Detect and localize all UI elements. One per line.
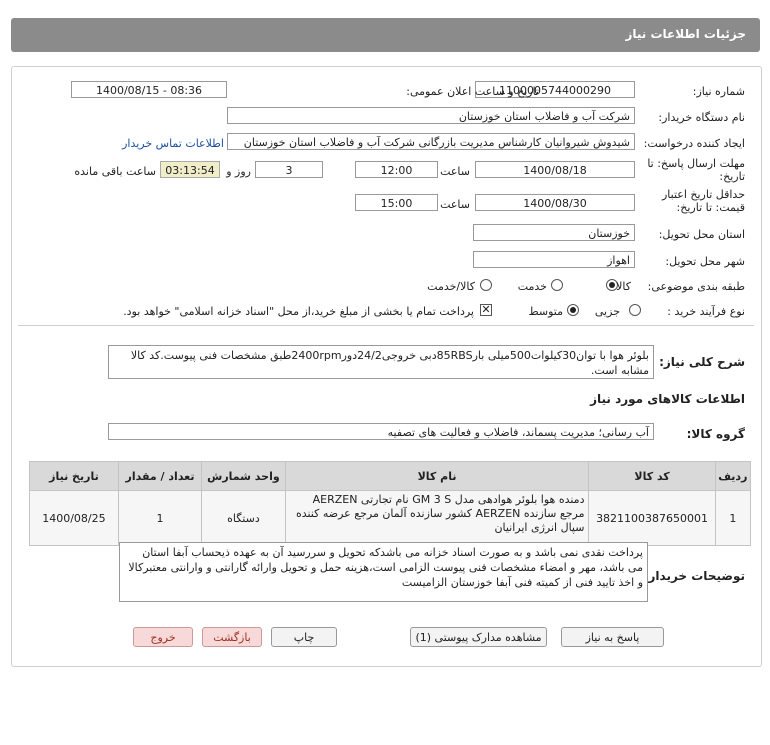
category-service-radio[interactable] [551, 279, 563, 291]
cell-unit: دستگاه [201, 490, 286, 546]
reply-time-field: 12:00 [355, 161, 438, 178]
goods-group-field: آب رسانی؛ مدیریت پسماند، فاضلاب و فعالیت… [108, 423, 654, 440]
delivery-province-field: خوزستان [473, 224, 635, 241]
general-desc-label: شرح کلی نیاز: [659, 355, 745, 369]
goods-info-heading: اطلاعات کالاهای مورد نیاز [590, 392, 745, 406]
requester-label: ایجاد کننده درخواست: [643, 137, 745, 150]
category-label: طبقه بندی موضوعی: [647, 280, 745, 293]
reply-button[interactable]: پاسخ به نیاز [561, 627, 664, 647]
col-need-date: تاریخ نیاز [29, 461, 119, 491]
reply-deadline-date-label: تاریخ: [719, 170, 745, 183]
col-row: ردیف [714, 461, 752, 491]
page-header: جزئیات اطلاعات نیاز [11, 18, 760, 52]
buyer-org-field: شرکت آب و فاضلاب استان خوزستان [227, 107, 635, 124]
view-attachments-button[interactable]: مشاهده مدارک پیوستی (1) [410, 627, 547, 647]
category-goods-service-label: کالا/خدمت [427, 280, 475, 293]
delivery-province-label: استان محل تحویل: [658, 228, 745, 241]
exit-button[interactable]: خروج [133, 627, 193, 647]
remaining-time-field: 03:13:54 [160, 161, 220, 178]
col-name: نام کالا [284, 461, 590, 491]
buyer-org-label: نام دستگاه خریدار: [658, 111, 745, 124]
process-type-label: نوع فرآیند خرید : [667, 305, 745, 318]
remaining-time-label: ساعت باقی مانده [74, 165, 156, 178]
category-goods-service-radio[interactable] [480, 279, 492, 291]
divider [18, 325, 754, 326]
process-minor-label: جزیی [594, 305, 620, 318]
category-service-label: خدمت [517, 280, 547, 293]
announce-datetime-field: 1400/08/15 - 08:36 [71, 81, 227, 98]
category-goods-label: کالا [616, 280, 631, 293]
col-unit: واحد شمارش [201, 461, 286, 491]
announce-datetime-label: تاریخ و ساعت اعلان عمومی: [406, 85, 539, 98]
buyer-contact-link[interactable]: اطلاعات تماس خریدار [122, 137, 224, 150]
price-validity-time-label: ساعت [440, 198, 470, 211]
reply-deadline-label: مهلت ارسال پاسخ: تا [647, 157, 745, 170]
price-validity-date-field: 1400/08/30 [475, 194, 635, 211]
process-minor-radio[interactable] [629, 304, 641, 316]
need-number-label: شماره نیاز: [692, 85, 745, 98]
col-code: کد کالا [588, 461, 716, 491]
items-table: تاریخ نیاز تعداد / مقدار واحد شمارش نام … [29, 461, 752, 546]
delivery-city-field: اهواز [473, 251, 635, 268]
general-desc-field: بلوئر هوا با توان30کیلوات500میلی بار85RB… [108, 345, 654, 379]
process-medium-label: متوسط [528, 305, 563, 318]
days-label: روز و [226, 165, 251, 178]
back-button[interactable]: بازگشت [202, 627, 262, 647]
buyer-notes-label: توضیحات خریدار: [643, 569, 745, 583]
goods-group-label: گروه کالا: [686, 427, 745, 441]
page-title: جزئیات اطلاعات نیاز [625, 27, 746, 41]
details-panel: شماره نیاز: 1100005744000290 تاریخ و ساع… [11, 66, 762, 667]
print-button[interactable]: چاپ [271, 627, 337, 647]
cell-row: 1 [714, 490, 752, 546]
buyer-notes-field: پرداخت نقدی نمی باشد و به صورت اسناد خزا… [119, 542, 648, 602]
delivery-city-label: شهر محل تحویل: [665, 255, 745, 268]
treasury-note: پرداخت تمام یا بخشی از مبلغ خرید،از محل … [123, 305, 474, 318]
days-remaining-field: 3 [255, 161, 323, 178]
reply-deadline-date-field: 1400/08/18 [475, 161, 635, 178]
cell-name: دمنده هوا بلوئر هوادهی مدل GM 3 S نام تج… [284, 490, 590, 546]
price-validity-label: حداقل تاریخ اعتبار [661, 188, 745, 201]
cell-code: 3821100387650001 [588, 490, 716, 546]
treasury-checkbox[interactable]: ✕ [480, 304, 492, 316]
price-validity-time-field: 15:00 [355, 194, 438, 211]
reply-time-label: ساعت [440, 165, 470, 178]
requester-field: شیدوش شیروانیان کارشناس مدیریت بازرگانی … [227, 133, 635, 150]
cell-qty: 1 [117, 490, 203, 546]
process-medium-radio[interactable] [567, 304, 579, 316]
col-qty: تعداد / مقدار [117, 461, 203, 491]
table-header-row: تاریخ نیاز تعداد / مقدار واحد شمارش نام … [29, 461, 752, 491]
price-validity-date-label: قیمت: تا تاریخ: [676, 201, 745, 214]
cell-need-date: 1400/08/25 [29, 490, 119, 546]
table-row[interactable]: 1400/08/25 1 دستگاه دمنده هوا بلوئر هواد… [29, 490, 752, 546]
